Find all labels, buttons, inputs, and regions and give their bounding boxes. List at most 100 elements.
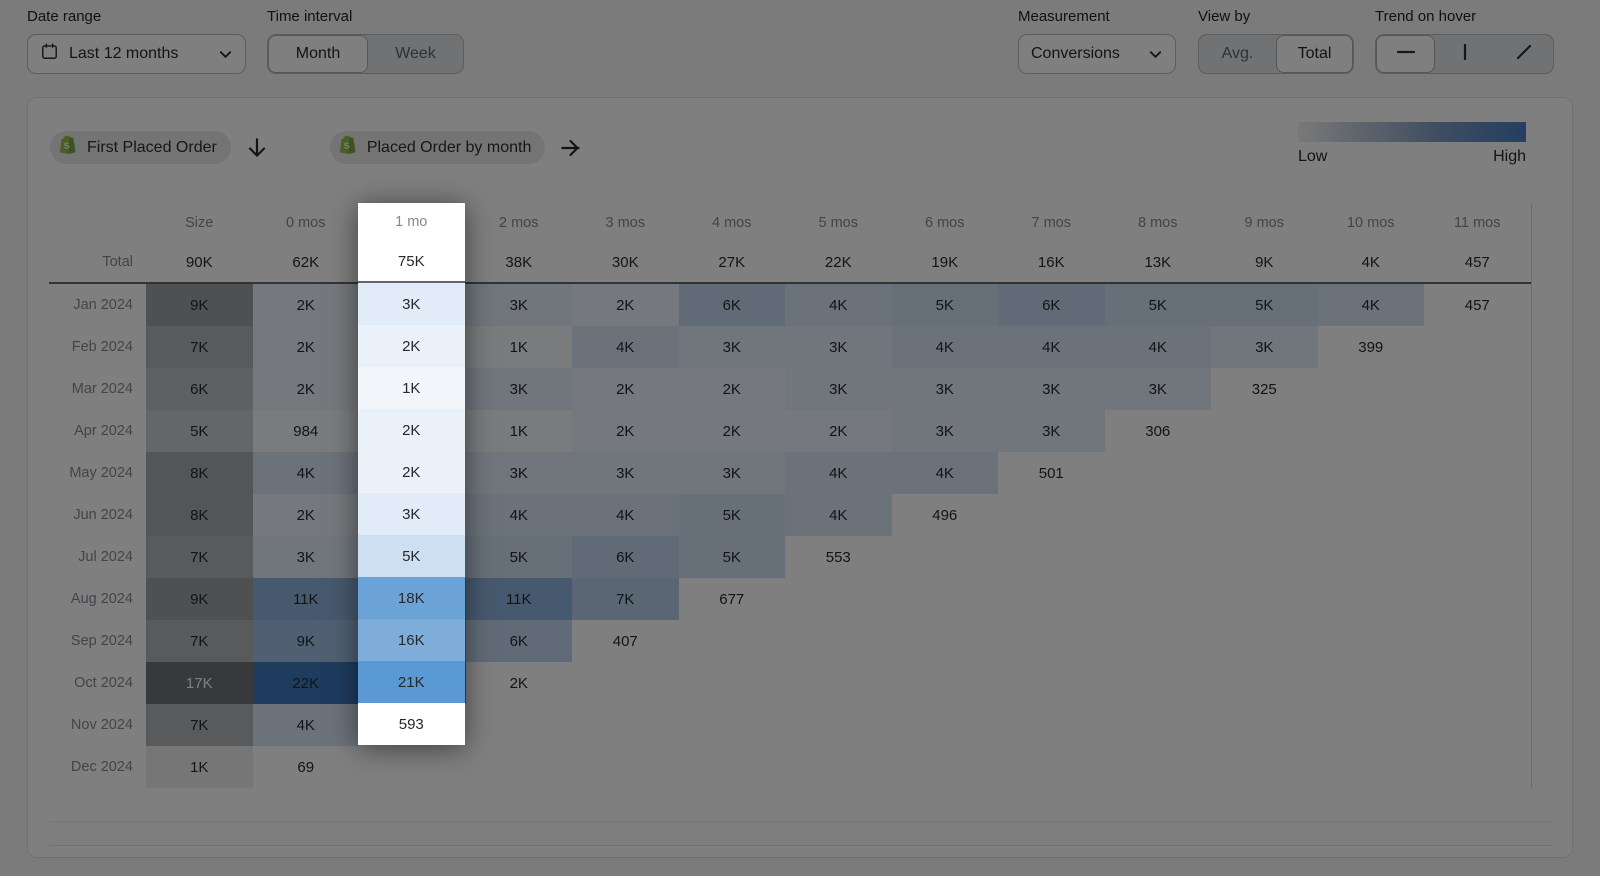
- heatmap-cell[interactable]: 4K: [785, 452, 892, 494]
- heatmap-cell[interactable]: 984: [253, 410, 360, 452]
- heatmap-cell-highlighted[interactable]: 3K: [358, 283, 465, 325]
- heatmap-cell[interactable]: 3K: [785, 326, 892, 368]
- date-range-dropdown[interactable]: Last 12 months: [27, 34, 246, 74]
- heatmap-cell[interactable]: 6K: [146, 368, 253, 410]
- column-header-9-mos[interactable]: 9 mos: [1211, 204, 1318, 242]
- heatmap-cell[interactable]: 7K: [146, 536, 253, 578]
- heatmap-cell[interactable]: 3K: [785, 368, 892, 410]
- heatmap-cell[interactable]: 2K: [572, 284, 679, 326]
- heatmap-cell[interactable]: 3K: [998, 368, 1105, 410]
- heatmap-cell-highlighted[interactable]: 2K: [358, 451, 465, 493]
- heatmap-cell[interactable]: 11K: [466, 578, 573, 620]
- heatmap-cell[interactable]: 6K: [466, 620, 573, 662]
- heatmap-cell[interactable]: 2K: [253, 326, 360, 368]
- heatmap-cell[interactable]: 4K: [1105, 326, 1212, 368]
- heatmap-cell-highlighted[interactable]: 16K: [358, 619, 465, 661]
- column-header-11-mos[interactable]: 11 mos: [1424, 204, 1531, 242]
- heatmap-cell[interactable]: 8K: [146, 452, 253, 494]
- heatmap-cell-highlighted[interactable]: 3K: [358, 493, 465, 535]
- heatmap-cell[interactable]: 407: [572, 620, 679, 662]
- heatmap-cell[interactable]: 4K: [1318, 284, 1425, 326]
- heatmap-cell[interactable]: 3K: [572, 452, 679, 494]
- heatmap-cell[interactable]: 501: [998, 452, 1105, 494]
- heatmap-cell[interactable]: 4K: [253, 704, 360, 746]
- trend-vertical-line-button[interactable]: [1435, 35, 1494, 73]
- heatmap-cell[interactable]: 2K: [785, 410, 892, 452]
- heatmap-cell-highlighted[interactable]: 1K: [358, 367, 465, 409]
- heatmap-cell[interactable]: 2K: [466, 662, 573, 704]
- event-chip-first-placed-order[interactable]: S First Placed Order: [50, 131, 231, 164]
- heatmap-cell[interactable]: 2K: [253, 494, 360, 536]
- heatmap-cell[interactable]: 11K: [253, 578, 360, 620]
- heatmap-cell[interactable]: 3K: [998, 410, 1105, 452]
- heatmap-cell[interactable]: 325: [1211, 368, 1318, 410]
- heatmap-cell[interactable]: 677: [679, 578, 786, 620]
- heatmap-cell[interactable]: 1K: [146, 746, 253, 788]
- heatmap-cell[interactable]: 2K: [253, 284, 360, 326]
- heatmap-cell[interactable]: 7K: [572, 578, 679, 620]
- heatmap-cell-highlighted[interactable]: 5K: [358, 535, 465, 577]
- heatmap-cell[interactable]: 3K: [679, 452, 786, 494]
- heatmap-cell[interactable]: 3K: [892, 410, 999, 452]
- heatmap-cell-highlighted[interactable]: 2K: [358, 325, 465, 367]
- heatmap-cell[interactable]: 4K: [892, 452, 999, 494]
- heatmap-cell[interactable]: 1K: [466, 326, 573, 368]
- heatmap-cell[interactable]: 7K: [146, 704, 253, 746]
- heatmap-cell[interactable]: 3K: [466, 368, 573, 410]
- heatmap-cell[interactable]: 3K: [466, 452, 573, 494]
- heatmap-cell[interactable]: 3K: [1105, 368, 1212, 410]
- time-interval-week[interactable]: Week: [368, 35, 463, 73]
- column-header-5-mos[interactable]: 5 mos: [785, 204, 892, 242]
- heatmap-cell[interactable]: 4K: [572, 494, 679, 536]
- heatmap-cell[interactable]: 4K: [253, 452, 360, 494]
- measurement-dropdown[interactable]: Conversions: [1018, 34, 1176, 74]
- heatmap-cell[interactable]: 9K: [253, 620, 360, 662]
- heatmap-cell[interactable]: 2K: [572, 368, 679, 410]
- heatmap-cell[interactable]: 553: [785, 536, 892, 578]
- highlighted-column-header[interactable]: 1 mo: [358, 203, 465, 241]
- column-header-8-mos[interactable]: 8 mos: [1105, 204, 1212, 242]
- heatmap-cell[interactable]: 496: [892, 494, 999, 536]
- heatmap-cell[interactable]: 7K: [146, 326, 253, 368]
- heatmap-cell[interactable]: 3K: [679, 326, 786, 368]
- column-header-7-mos[interactable]: 7 mos: [998, 204, 1105, 242]
- heatmap-cell[interactable]: 7K: [146, 620, 253, 662]
- heatmap-cell[interactable]: 4K: [998, 326, 1105, 368]
- column-header-4-mos[interactable]: 4 mos: [679, 204, 786, 242]
- heatmap-cell[interactable]: 4K: [572, 326, 679, 368]
- trend-diagonal-line-button[interactable]: [1494, 35, 1553, 73]
- heatmap-cell[interactable]: 3K: [892, 368, 999, 410]
- column-header-3-mos[interactable]: 3 mos: [572, 204, 679, 242]
- heatmap-cell[interactable]: 5K: [466, 536, 573, 578]
- heatmap-cell-highlighted[interactable]: 18K: [358, 577, 465, 619]
- heatmap-cell[interactable]: 2K: [679, 410, 786, 452]
- heatmap-cell[interactable]: 399: [1318, 326, 1425, 368]
- view-by-avg[interactable]: Avg.: [1199, 35, 1276, 73]
- view-by-total[interactable]: Total: [1276, 35, 1353, 73]
- heatmap-cell[interactable]: 2K: [253, 368, 360, 410]
- heatmap-cell[interactable]: 4K: [466, 494, 573, 536]
- heatmap-cell-highlighted[interactable]: 2K: [358, 409, 465, 451]
- heatmap-cell[interactable]: 5K: [146, 410, 253, 452]
- heatmap-cell[interactable]: 2K: [679, 368, 786, 410]
- column-header-0-mos[interactable]: 0 mos: [253, 204, 360, 242]
- heatmap-cell[interactable]: 69: [253, 746, 360, 788]
- heatmap-cell[interactable]: 3K: [466, 284, 573, 326]
- heatmap-cell[interactable]: 5K: [1105, 284, 1212, 326]
- heatmap-cell[interactable]: 457: [1424, 284, 1531, 326]
- column-header-10-mos[interactable]: 10 mos: [1318, 204, 1425, 242]
- heatmap-cell[interactable]: 8K: [146, 494, 253, 536]
- heatmap-cell[interactable]: 6K: [998, 284, 1105, 326]
- heatmap-cell[interactable]: 4K: [785, 494, 892, 536]
- heatmap-cell[interactable]: 17K: [146, 662, 253, 704]
- column-header-6-mos[interactable]: 6 mos: [892, 204, 999, 242]
- heatmap-cell-highlighted[interactable]: 21K: [358, 661, 465, 703]
- trend-horizontal-line-button[interactable]: [1376, 35, 1435, 73]
- heatmap-cell[interactable]: 5K: [679, 494, 786, 536]
- heatmap-cell-highlighted[interactable]: 593: [358, 703, 465, 745]
- heatmap-cell[interactable]: 5K: [892, 284, 999, 326]
- heatmap-cell[interactable]: 22K: [253, 662, 360, 704]
- heatmap-cell[interactable]: 6K: [572, 536, 679, 578]
- heatmap-cell[interactable]: 9K: [146, 284, 253, 326]
- heatmap-cell[interactable]: 6K: [679, 284, 786, 326]
